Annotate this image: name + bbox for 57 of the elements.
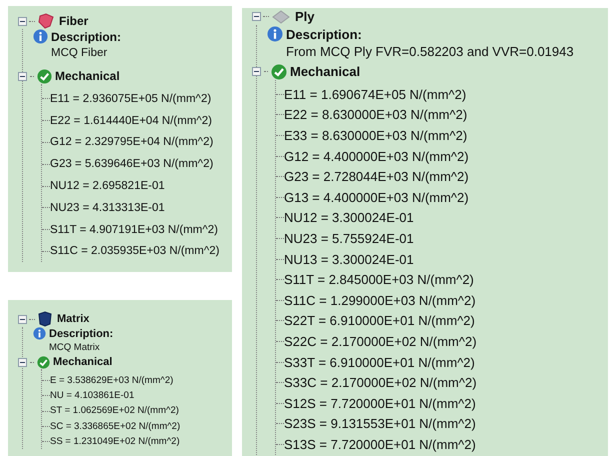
property-value: E11 = 1.690674E+05 N/(mm^2) <box>284 86 466 103</box>
property-value: NU12 = 3.300024E-01 <box>284 209 414 226</box>
property-value: NU23 = 5.755924E-01 <box>284 230 414 247</box>
gem-icon <box>37 13 55 29</box>
collapse-icon[interactable] <box>18 72 27 80</box>
property-value: E11 = 2.936075E+05 N/(mm^2) <box>50 92 212 107</box>
description-label: Description: <box>51 29 122 45</box>
property-value: SS = 1.231049E+02 N/(mm^2) <box>50 434 180 449</box>
tree-node-label[interactable]: Matrix <box>57 312 90 326</box>
collapse-icon[interactable] <box>18 16 27 26</box>
check-icon <box>37 68 52 84</box>
property-value: E22 = 8.630000E+03 N/(mm^2) <box>284 106 468 124</box>
property-value: S22C = 2.170000E+02 N/(mm^2) <box>284 332 477 350</box>
section-label[interactable]: Mechanical <box>53 355 112 369</box>
collapse-icon[interactable] <box>252 12 261 21</box>
property-value: NU13 = 3.300024E-01 <box>284 250 414 268</box>
section-label[interactable]: Mechanical <box>55 68 120 84</box>
property-value: G13 = 4.400000E+03 N/(mm^2) <box>284 188 469 206</box>
property-value: NU23 = 4.313313E-01 <box>50 200 165 216</box>
property-value: E22 = 1.614440E+04 N/(mm^2) <box>50 114 212 129</box>
collapse-icon[interactable] <box>18 358 27 366</box>
property-value: S12S = 7.720000E+01 N/(mm^2) <box>284 394 476 412</box>
info-icon <box>267 26 283 42</box>
collapse-icon[interactable] <box>252 67 261 76</box>
property-value: S11T = 2.845000E+03 N/(mm^2) <box>284 271 474 288</box>
property-value: S11T = 4.907191E+03 N/(mm^2) <box>50 222 218 238</box>
collapse-icon[interactable] <box>18 314 27 324</box>
check-icon <box>271 64 287 80</box>
description-text: MCQ Matrix <box>49 341 101 355</box>
property-value: NU = 4.103861E-01 <box>50 388 134 403</box>
description-label: Description: <box>286 26 363 43</box>
property-value: S22T = 6.910000E+01 N/(mm^2) <box>284 312 475 330</box>
check-icon <box>37 356 50 368</box>
property-value: NU12 = 2.695821E-01 <box>50 179 165 194</box>
property-value: S23S = 9.131553E+01 N/(mm^2) <box>284 415 476 432</box>
property-value: G12 = 4.400000E+03 N/(mm^2) <box>284 148 469 165</box>
property-value: S11C = 2.035935E+03 N/(mm^2) <box>50 244 220 260</box>
description-label: Description: <box>49 327 114 341</box>
tree-node-label[interactable]: Fiber <box>59 13 88 29</box>
property-value: G12 = 2.329795E+04 N/(mm^2) <box>50 135 214 150</box>
property-value: S11C = 1.299000E+03 N/(mm^2) <box>284 292 476 309</box>
description-text: From MCQ Ply FVR=0.582203 and VVR=0.01943 <box>286 43 574 60</box>
property-value: S33C = 2.170000E+02 N/(mm^2) <box>284 374 477 392</box>
property-value: ST = 1.062569E+02 N/(mm^2) <box>50 404 179 418</box>
diamond-icon <box>271 8 291 24</box>
property-value: E33 = 8.630000E+03 N/(mm^2) <box>284 126 468 144</box>
info-icon <box>33 29 48 44</box>
info-icon <box>33 327 46 340</box>
property-value: SC = 3.336865E+02 N/(mm^2) <box>50 420 180 434</box>
property-value: S33T = 6.910000E+01 N/(mm^2) <box>284 354 475 371</box>
section-label[interactable]: Mechanical <box>290 63 360 80</box>
tree-node-label[interactable]: Ply <box>295 8 315 25</box>
description-text: MCQ Fiber <box>51 46 108 61</box>
property-value: G23 = 2.728044E+03 N/(mm^2) <box>284 168 469 186</box>
property-value: S13S = 7.720000E+01 N/(mm^2) <box>284 436 476 453</box>
property-value: E = 3.538629E+03 N/(mm^2) <box>50 374 174 388</box>
property-value: G23 = 5.639646E+03 N/(mm^2) <box>50 157 214 172</box>
